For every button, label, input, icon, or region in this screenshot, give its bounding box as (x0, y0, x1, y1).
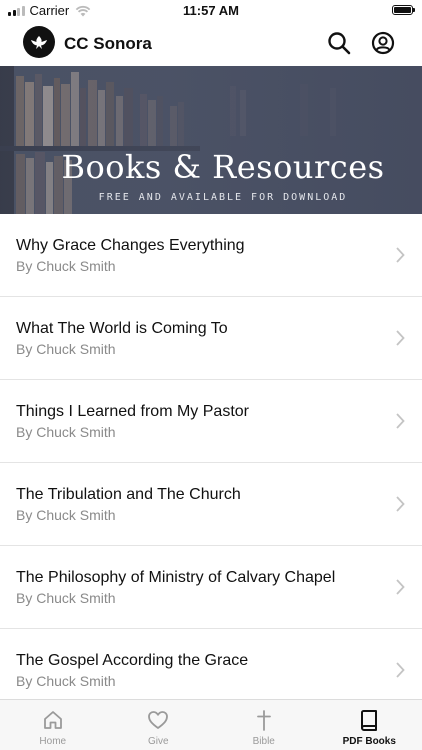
banner-subtitle: FREE AND AVAILABLE FOR DOWNLOAD (98, 192, 348, 203)
book-icon (361, 710, 378, 731)
list-item[interactable]: The Tribulation and The Church By Chuck … (0, 463, 422, 546)
chevron-right-icon (396, 413, 405, 429)
book-title: What The World is Coming To (16, 320, 228, 337)
tab-label: Bible (252, 736, 275, 747)
book-author: By Chuck Smith (16, 590, 116, 606)
battery-icon (392, 5, 415, 15)
app-header: CC Sonora (0, 22, 422, 66)
tab-pdf-books[interactable]: PDF Books (317, 700, 422, 750)
tab-label: Give (147, 736, 169, 747)
banner-title: Books & Resources (61, 148, 385, 186)
book-author: By Chuck Smith (16, 507, 116, 523)
app-title: CC Sonora (64, 34, 152, 53)
list-item[interactable]: The Philosophy of Ministry of Calvary Ch… (0, 546, 422, 629)
tab-label: Home (39, 736, 67, 747)
dove-icon[interactable] (23, 26, 55, 58)
status-time: 11:57 AM (183, 3, 239, 18)
chevron-right-icon (396, 579, 405, 595)
book-author: By Chuck Smith (16, 673, 116, 689)
cross-icon (256, 710, 271, 731)
tab-give[interactable]: Give (106, 700, 212, 750)
list-item[interactable]: What The World is Coming To By Chuck Smi… (0, 297, 422, 380)
tab-label: PDF Books (342, 736, 396, 747)
heart-icon (148, 711, 169, 729)
book-author: By Chuck Smith (16, 258, 116, 274)
list-item[interactable]: Why Grace Changes Everything By Chuck Sm… (0, 214, 422, 297)
book-title: The Philosophy of Ministry of Calvary Ch… (16, 569, 336, 586)
book-title: The Tribulation and The Church (16, 486, 241, 503)
status-bar: Carrier 11:57 AM (0, 0, 422, 22)
book-title: The Gospel According the Grace (16, 652, 249, 669)
book-title: Things I Learned from My Pastor (16, 403, 249, 420)
book-title: Why Grace Changes Everything (16, 237, 245, 254)
book-author: By Chuck Smith (16, 341, 116, 357)
user-circle-icon[interactable] (371, 31, 395, 55)
tab-bible[interactable]: Bible (211, 700, 317, 750)
book-author: By Chuck Smith (16, 424, 116, 440)
list-item[interactable]: Things I Learned from My Pastor By Chuck… (0, 380, 422, 463)
app-screen: Carrier 11:57 AM CC Sonora Books & Resou… (0, 0, 422, 750)
hero-banner: Books & Resources FREE AND AVAILABLE FOR… (0, 66, 422, 214)
chevron-right-icon (396, 247, 405, 263)
tab-bar: Home Give Bible PDF Books (0, 699, 422, 750)
book-list: Why Grace Changes Everything By Chuck Sm… (0, 214, 422, 712)
tab-home[interactable]: Home (0, 700, 106, 750)
chevron-right-icon (396, 496, 405, 512)
chevron-right-icon (396, 662, 405, 678)
chevron-right-icon (396, 330, 405, 346)
search-icon[interactable] (327, 31, 351, 55)
home-icon (43, 711, 62, 729)
